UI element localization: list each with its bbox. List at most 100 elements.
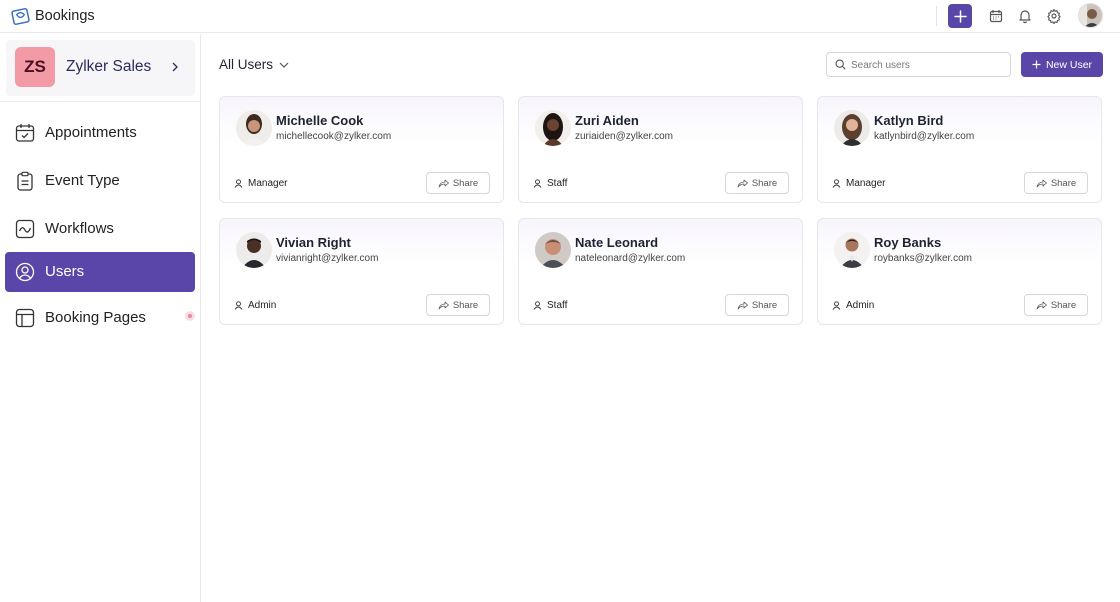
person-icon (234, 179, 243, 188)
person-icon (533, 179, 542, 188)
share-button[interactable]: Share (1024, 294, 1088, 316)
sidebar-item-event-type[interactable]: Event Type (5, 161, 195, 201)
filter-label: All Users (219, 57, 274, 72)
user-email: nateleonard@zylker.com (575, 253, 686, 264)
new-user-button[interactable]: New User (1021, 52, 1103, 77)
sidebar-item-users[interactable]: Users (5, 252, 195, 292)
chevron-right-icon (172, 62, 178, 72)
users-filter-dropdown[interactable]: All Users (219, 57, 289, 72)
user-role: Staff (533, 178, 567, 189)
person-icon (234, 301, 243, 310)
role-label: Staff (547, 300, 568, 311)
new-user-label: New User (1045, 58, 1093, 71)
user-photo (834, 110, 870, 146)
share-label: Share (452, 177, 479, 189)
user-avatar (236, 232, 272, 268)
org-switcher[interactable]: ZS Zylker Sales (6, 40, 195, 96)
share-label: Share (751, 299, 778, 311)
sidebar-divider (0, 101, 200, 102)
user-email: zuriaiden@zylker.com (575, 131, 673, 142)
share-button[interactable]: Share (725, 294, 789, 316)
user-avatar (834, 110, 870, 146)
share-label: Share (1050, 177, 1077, 189)
user-card[interactable]: Michelle Cook michellecook@zylker.com Ma… (219, 96, 504, 203)
sidebar: ZS Zylker Sales Appointments Event Type … (0, 34, 201, 602)
share-icon (438, 301, 449, 309)
user-avatar (535, 232, 571, 268)
gear-icon[interactable] (1046, 8, 1062, 24)
user-avatar (834, 232, 870, 268)
role-label: Admin (846, 300, 875, 311)
share-label: Share (751, 177, 778, 189)
org-name: Zylker Sales (66, 58, 152, 75)
app-title: Bookings (35, 8, 95, 24)
share-button[interactable]: Share (725, 172, 789, 194)
user-role: Admin (832, 300, 874, 311)
user-role: Staff (533, 300, 567, 311)
user-photo (834, 232, 870, 268)
bookings-logo-icon[interactable] (11, 7, 30, 26)
org-badge: ZS (15, 47, 55, 87)
share-icon (1036, 179, 1047, 187)
user-email: katlynbird@zylker.com (874, 131, 975, 142)
sidebar-item-label: Booking Pages (45, 309, 146, 326)
chevron-down-icon (279, 62, 289, 68)
calendar-icon[interactable] (988, 8, 1004, 24)
share-label: Share (452, 299, 479, 311)
booking-page-icon (15, 308, 35, 328)
person-icon (533, 301, 542, 310)
plus-icon (953, 9, 967, 23)
user-photo (535, 110, 571, 146)
clipboard-icon (17, 171, 33, 191)
share-button[interactable]: Share (426, 294, 490, 316)
add-button[interactable] (948, 4, 972, 28)
search-box[interactable] (826, 52, 1011, 77)
user-avatar (236, 110, 272, 146)
role-label: Admin (248, 300, 277, 311)
sidebar-item-label: Workflows (45, 220, 114, 237)
role-label: Manager (248, 178, 288, 189)
sidebar-item-workflows[interactable]: Workflows (5, 209, 195, 249)
search-input[interactable] (851, 56, 1001, 74)
user-name: Michelle Cook (276, 113, 364, 128)
bell-icon[interactable] (1017, 8, 1033, 24)
search-icon (835, 59, 846, 70)
user-card[interactable]: Zuri Aiden zuriaiden@zylker.com Staff Sh… (518, 96, 803, 203)
user-email: michellecook@zylker.com (276, 131, 392, 142)
share-icon (737, 179, 748, 187)
user-photo (236, 232, 272, 268)
share-icon (1036, 301, 1047, 309)
sidebar-item-label: Users (45, 263, 85, 280)
profile-avatar[interactable] (1078, 3, 1103, 28)
sidebar-item-booking-pages[interactable]: Booking Pages (5, 298, 195, 338)
user-avatar (535, 110, 571, 146)
user-role: Manager (832, 178, 885, 189)
user-card[interactable]: Katlyn Bird katlynbird@zylker.com Manage… (817, 96, 1102, 203)
user-email: roybanks@zylker.com (874, 253, 972, 264)
topbar-divider (936, 6, 937, 26)
user-card[interactable]: Vivian Right vivianright@zylker.com Admi… (219, 218, 504, 325)
user-photo (535, 232, 571, 268)
user-name: Katlyn Bird (874, 113, 944, 128)
role-label: Manager (846, 178, 886, 189)
sidebar-item-label: Event Type (45, 172, 120, 189)
calendar-check-icon (15, 124, 35, 142)
share-button[interactable]: Share (426, 172, 490, 194)
user-email: vivianright@zylker.com (276, 253, 379, 264)
share-button[interactable]: Share (1024, 172, 1088, 194)
share-label: Share (1050, 299, 1077, 311)
share-icon (438, 179, 449, 187)
role-label: Staff (547, 178, 568, 189)
plus-icon (1032, 60, 1041, 69)
profile-photo (1079, 4, 1102, 27)
user-card[interactable]: Roy Banks roybanks@zylker.com Admin Shar… (817, 218, 1102, 325)
workflow-icon (15, 219, 35, 239)
user-name: Nate Leonard (575, 235, 659, 250)
person-icon (832, 301, 841, 310)
user-card[interactable]: Nate Leonard nateleonard@zylker.com Staf… (518, 218, 803, 325)
user-photo (236, 110, 272, 146)
user-role: Admin (234, 300, 276, 311)
sidebar-item-label: Appointments (45, 124, 137, 141)
user-name: Zuri Aiden (575, 113, 639, 128)
sidebar-item-appointments[interactable]: Appointments (5, 113, 195, 153)
